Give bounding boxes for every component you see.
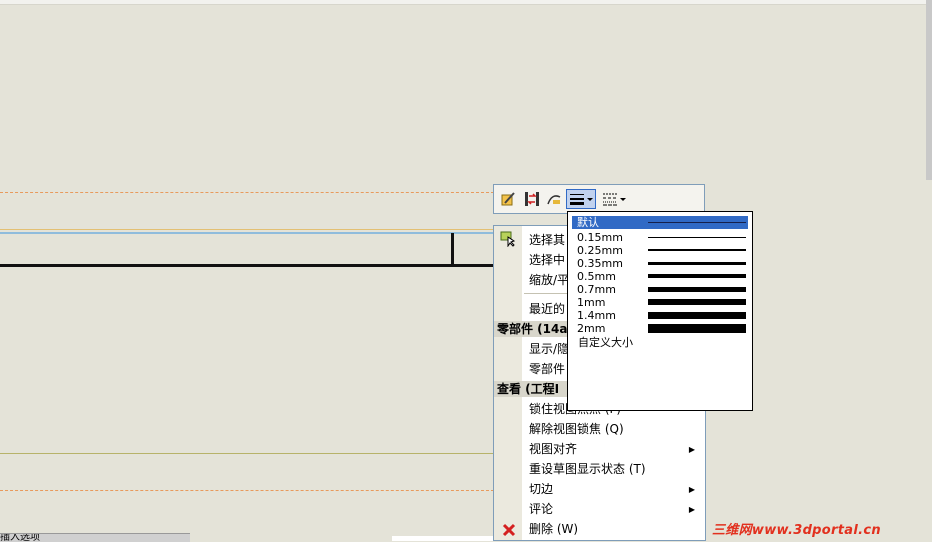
drawing-line-black bbox=[0, 264, 494, 267]
drawing-line-vertical bbox=[451, 233, 454, 267]
submenu-arrow-icon: ▶ bbox=[688, 445, 695, 454]
menu-item-delete[interactable]: 删除 (W) bbox=[529, 520, 578, 538]
line-weight-custom-size[interactable]: 自定义大小 bbox=[578, 334, 633, 350]
menu-item-reset-sketch-display[interactable]: 重设草图显示状态 (T) bbox=[529, 460, 646, 478]
submenu-arrow-icon: ▶ bbox=[688, 505, 695, 514]
view-boundary-line bbox=[0, 229, 494, 230]
line-weight-option[interactable]: 0.15mm bbox=[572, 231, 748, 244]
line-weight-option[interactable]: 0.25mm bbox=[572, 244, 748, 257]
top-strip bbox=[0, 0, 932, 5]
menu-item-tangent-edge[interactable]: 切边 bbox=[529, 480, 699, 498]
right-panel-edge bbox=[926, 0, 932, 180]
line-weight-option-default[interactable]: 默认 bbox=[572, 216, 748, 229]
menu-item-label: 切边 bbox=[529, 482, 554, 496]
line-weight-option[interactable]: 1.4mm bbox=[572, 309, 748, 322]
menu-item-label: 视图对齐 bbox=[529, 442, 578, 456]
swap-icon[interactable] bbox=[522, 189, 542, 209]
line-weight-dropdown: 默认 0.15mm 0.25mm 0.35mm 0.5mm 0.7mm 1mm … bbox=[567, 211, 753, 411]
sheet-border-dashed bbox=[0, 192, 494, 193]
delete-icon bbox=[501, 522, 517, 541]
smart-dimension-icon[interactable] bbox=[544, 189, 564, 209]
menu-item-comment[interactable]: 评论 bbox=[529, 500, 699, 518]
menu-item-select-other[interactable]: 选择其 bbox=[529, 231, 565, 249]
line-weight-option[interactable]: 0.35mm bbox=[572, 257, 748, 270]
drawing-line-blue bbox=[0, 232, 494, 234]
sheet-border-dashed-bottom bbox=[0, 490, 494, 491]
view-boundary-bottom bbox=[0, 453, 494, 454]
line-weight-icon[interactable] bbox=[566, 189, 596, 209]
context-toolbar bbox=[493, 184, 705, 214]
menu-item-select-middle[interactable]: 选择中 bbox=[529, 251, 565, 269]
menu-item-zoom-pan[interactable]: 缩放/平 bbox=[529, 271, 569, 289]
submenu-arrow-icon: ▶ bbox=[688, 485, 695, 494]
menu-item-unlock-view-focus[interactable]: 解除视图锁焦 (Q) bbox=[529, 420, 624, 438]
menu-item-view-align[interactable]: 视图对齐 bbox=[529, 440, 699, 458]
menu-item-label: 评论 bbox=[529, 502, 554, 516]
line-weight-option[interactable]: 0.7mm bbox=[572, 283, 748, 296]
menu-item-show-hide[interactable]: 显示/隐 bbox=[529, 340, 569, 358]
edit-sketch-icon[interactable] bbox=[498, 189, 518, 209]
menu-item-recent[interactable]: 最近的 bbox=[529, 300, 565, 318]
line-weight-option[interactable]: 1mm bbox=[572, 296, 748, 309]
select-other-icon bbox=[500, 231, 518, 250]
menu-item-component[interactable]: 零部件 bbox=[529, 360, 565, 378]
line-weight-option[interactable]: 0.5mm bbox=[572, 270, 748, 283]
line-style-icon[interactable] bbox=[600, 189, 628, 209]
site-watermark: 三维网www.3dportal.cn bbox=[712, 523, 881, 538]
